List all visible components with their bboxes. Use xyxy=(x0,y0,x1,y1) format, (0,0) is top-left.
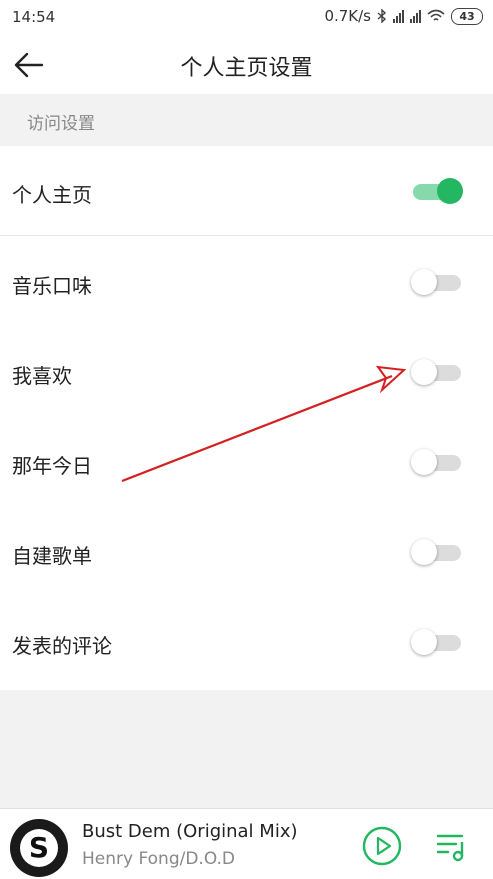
status-indicators: 0.7K/s 43 xyxy=(324,7,483,25)
signal-icon-2 xyxy=(410,9,421,23)
settings-list: 个人主页 音乐口味 我喜欢 那年今日 自建歌单 发表的评论 xyxy=(0,146,493,690)
setting-label: 发表的评论 xyxy=(12,634,112,658)
section-title: 访问设置 xyxy=(27,114,95,134)
playlist-icon xyxy=(436,834,464,862)
song-artist: Henry Fong/D.O.D xyxy=(82,849,236,869)
setting-label: 自建歌单 xyxy=(12,544,92,568)
play-icon xyxy=(362,826,402,866)
play-button[interactable] xyxy=(362,826,402,866)
toggle-knob xyxy=(411,629,437,655)
album-art[interactable]: S xyxy=(10,819,68,877)
toggle-switch[interactable] xyxy=(411,178,463,204)
playlist-button[interactable] xyxy=(432,826,472,866)
setting-label: 那年今日 xyxy=(12,454,92,478)
toggle-knob xyxy=(437,178,463,204)
setting-row-this-day[interactable]: 那年今日 xyxy=(0,417,493,507)
wifi-icon xyxy=(427,9,445,21)
toggle-switch[interactable] xyxy=(411,359,463,385)
toggle-switch[interactable] xyxy=(411,629,463,655)
toggle-switch[interactable] xyxy=(411,449,463,475)
setting-row-music-taste[interactable]: 音乐口味 xyxy=(0,237,493,327)
row-divider xyxy=(0,235,493,236)
network-speed: 0.7K/s xyxy=(324,7,371,25)
setting-label: 我喜欢 xyxy=(12,364,72,388)
setting-label: 音乐口味 xyxy=(12,274,92,298)
toggle-knob xyxy=(411,539,437,565)
toggle-knob xyxy=(411,269,437,295)
toggle-switch[interactable] xyxy=(411,539,463,565)
status-bar: 14:54 0.7K/s 43 xyxy=(0,0,493,36)
setting-row-created-playlists[interactable]: 自建歌单 xyxy=(0,507,493,597)
app-bar: 个人主页设置 xyxy=(0,36,493,94)
status-time: 14:54 xyxy=(12,8,56,26)
page-title: 个人主页设置 xyxy=(180,56,313,81)
toggle-knob xyxy=(411,359,437,385)
setting-row-homepage[interactable]: 个人主页 xyxy=(0,146,493,236)
battery-icon: 43 xyxy=(451,7,483,25)
setting-row-favorites[interactable]: 我喜欢 xyxy=(0,327,493,417)
mini-player[interactable]: S Bust Dem (Original Mix) Henry Fong/D.O… xyxy=(0,808,493,879)
setting-label: 个人主页 xyxy=(12,183,92,207)
signal-icon-1 xyxy=(393,9,404,23)
toggle-knob xyxy=(411,449,437,475)
song-title: Bust Dem (Original Mix) xyxy=(82,821,298,842)
album-logo: S xyxy=(20,829,58,867)
section-header: 访问设置 xyxy=(0,94,493,146)
bluetooth-icon xyxy=(377,9,387,23)
setting-row-comments[interactable]: 发表的评论 xyxy=(0,597,493,687)
toggle-switch[interactable] xyxy=(411,269,463,295)
